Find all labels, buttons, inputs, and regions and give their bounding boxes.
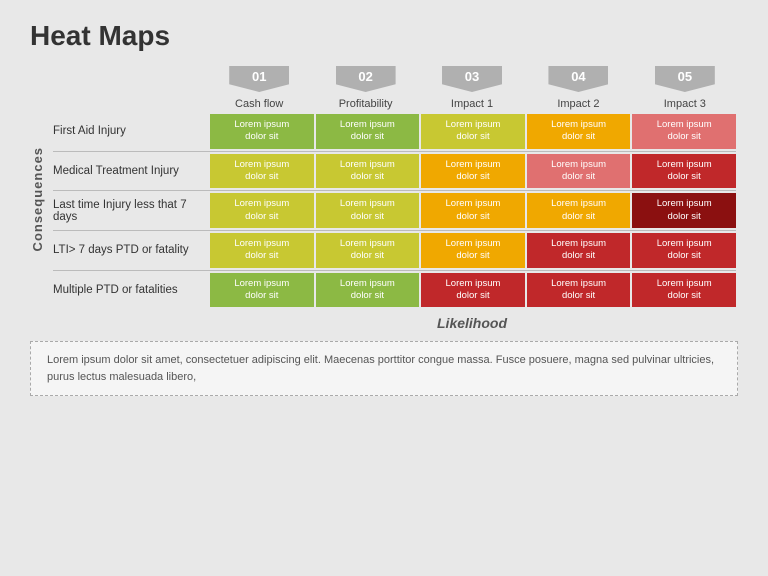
- col-label: Impact 1: [451, 98, 493, 110]
- row-label: Multiple PTD or fatalities: [53, 273, 208, 308]
- col-label: Profitability: [339, 98, 393, 110]
- heat-cell: Lorem ipsumdolor sit: [316, 233, 420, 268]
- page: Heat Maps Consequences 01 Cash flow 02 Prof…: [0, 0, 768, 576]
- table-wrapper: 01 Cash flow 02 Profitability 03 Impact 1 04 Im…: [51, 66, 738, 331]
- heat-cell: Lorem ipsumdolor sit: [316, 114, 420, 149]
- heat-cell: Lorem ipsumdolor sit: [421, 273, 525, 308]
- heat-cell: Lorem ipsumdolor sit: [210, 273, 314, 308]
- heat-cell: Lorem ipsumdolor sit: [210, 193, 314, 228]
- col-label: Impact 2: [557, 98, 599, 110]
- table-row: Medical Treatment InjuryLorem ipsumdolor…: [53, 154, 736, 189]
- col-header-item: 01 Cash flow: [208, 66, 310, 110]
- heat-table: First Aid InjuryLorem ipsumdolor sitLore…: [51, 112, 738, 309]
- heat-cell: Lorem ipsumdolor sit: [316, 154, 420, 189]
- page-title: Heat Maps: [30, 20, 738, 52]
- table-row: LTI> 7 days PTD or fatalityLorem ipsumdo…: [53, 233, 736, 268]
- col-label: Impact 3: [664, 98, 706, 110]
- footer-text: Lorem ipsum dolor sit amet, consectetuer…: [47, 354, 714, 383]
- heat-cell: Lorem ipsumdolor sit: [527, 114, 631, 149]
- row-label: Medical Treatment Injury: [53, 154, 208, 189]
- heat-cell: Lorem ipsumdolor sit: [632, 273, 736, 308]
- heat-cell: Lorem ipsumdolor sit: [210, 114, 314, 149]
- heat-cell: Lorem ipsumdolor sit: [421, 154, 525, 189]
- heat-cell: Lorem ipsumdolor sit: [316, 273, 420, 308]
- heat-cell: Lorem ipsumdolor sit: [527, 273, 631, 308]
- row-label: LTI> 7 days PTD or fatality: [53, 233, 208, 268]
- consequences-label: Consequences: [30, 66, 45, 331]
- heat-cell: Lorem ipsumdolor sit: [210, 154, 314, 189]
- table-row: Multiple PTD or fatalitiesLorem ipsumdol…: [53, 273, 736, 308]
- col-header-item: 04 Impact 2: [527, 66, 629, 110]
- heat-cell: Lorem ipsumdolor sit: [316, 193, 420, 228]
- heat-cell: Lorem ipsumdolor sit: [632, 233, 736, 268]
- heat-cell: Lorem ipsumdolor sit: [421, 193, 525, 228]
- col-badge: 05: [655, 66, 715, 92]
- col-label: Cash flow: [235, 98, 283, 110]
- col-badge: 04: [548, 66, 608, 92]
- col-badge: 03: [442, 66, 502, 92]
- heat-cell: Lorem ipsumdolor sit: [210, 233, 314, 268]
- table-row: First Aid InjuryLorem ipsumdolor sitLore…: [53, 114, 736, 149]
- heat-cell: Lorem ipsumdolor sit: [632, 154, 736, 189]
- heat-cell: Lorem ipsumdolor sit: [421, 233, 525, 268]
- heat-cell: Lorem ipsumdolor sit: [421, 114, 525, 149]
- col-header-item: 03 Impact 1: [421, 66, 523, 110]
- heat-cell: Lorem ipsumdolor sit: [527, 233, 631, 268]
- col-header-item: 05 Impact 3: [634, 66, 736, 110]
- col-header-item: 02 Profitability: [314, 66, 416, 110]
- heat-cell: Lorem ipsumdolor sit: [527, 154, 631, 189]
- heat-cell: Lorem ipsumdolor sit: [632, 114, 736, 149]
- row-label: Last time Injury less that 7 days: [53, 193, 208, 228]
- footer-box: Lorem ipsum dolor sit amet, consectetuer…: [30, 341, 738, 396]
- col-headers: 01 Cash flow 02 Profitability 03 Impact 1 04 Im…: [206, 66, 738, 110]
- likelihood-label: Likelihood: [206, 315, 738, 331]
- col-badge: 02: [336, 66, 396, 92]
- heat-cell: Lorem ipsumdolor sit: [632, 193, 736, 228]
- col-badge: 01: [229, 66, 289, 92]
- main-layout: Consequences 01Cash flow02Profitability0…: [30, 66, 738, 331]
- row-label: First Aid Injury: [53, 114, 208, 149]
- table-row: Last time Injury less that 7 daysLorem i…: [53, 193, 736, 228]
- heat-cell: Lorem ipsumdolor sit: [527, 193, 631, 228]
